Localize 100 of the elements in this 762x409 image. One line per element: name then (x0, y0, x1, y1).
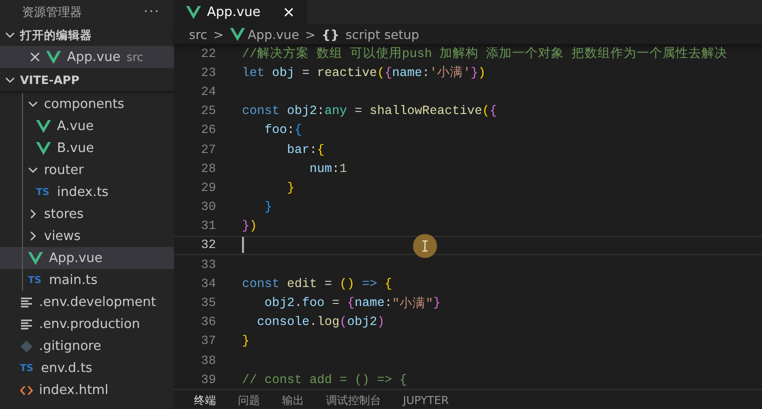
panel-tab[interactable]: JUPYTER (403, 394, 449, 407)
text-lines-icon (20, 318, 33, 330)
identifier-token: bar (286, 142, 310, 157)
keyword-token: const (242, 104, 280, 118)
vue-logo-icon (186, 6, 201, 18)
panel-tab[interactable]: 输出 (282, 392, 304, 408)
file-name: B.vue (57, 140, 94, 156)
line-number: 34 (200, 276, 216, 291)
bracket-token: ( (482, 104, 490, 118)
close-icon[interactable] (30, 52, 40, 62)
text-cursor (242, 237, 244, 254)
tree-item[interactable]: views (0, 225, 174, 247)
explorer-title: 资源管理器 (22, 4, 82, 20)
file-name: index.ts (57, 184, 109, 200)
tree-item[interactable]: .gitignore (0, 335, 174, 357)
tree-item[interactable]: .env.production (0, 313, 174, 335)
section-title: 打开的编辑器 (20, 28, 92, 42)
chevron-down-icon[interactable] (28, 165, 38, 175)
bracket-token: ) (478, 66, 486, 80)
line-number: 23 (200, 66, 216, 80)
tree-item[interactable]: TS index.ts (0, 181, 174, 203)
tree-item[interactable]: router (0, 159, 174, 181)
function-name-token: shallowReactive (370, 104, 482, 118)
file-path: src (126, 50, 144, 64)
string-token: '小满' (430, 64, 471, 82)
chevron-down-icon[interactable] (28, 99, 38, 109)
breadcrumb-item[interactable]: src (189, 26, 208, 42)
identifier-token: console (256, 315, 310, 330)
operator-token: = (324, 276, 334, 291)
file-name: router (44, 162, 84, 178)
line-number: 27 (200, 142, 216, 157)
line-number: 22 (200, 46, 216, 61)
operator-token: . (310, 315, 318, 330)
tree-item[interactable]: TS env.d.ts (0, 357, 174, 379)
code-comment: // const add = () => { (242, 372, 408, 387)
breadcrumb-separator: > (305, 26, 316, 42)
chevron-right-icon[interactable] (28, 209, 38, 219)
file-name: components (44, 96, 124, 112)
bracket-token: { (384, 66, 392, 80)
bracket-token: } (264, 200, 272, 214)
tree-item[interactable]: components (0, 93, 174, 115)
identifier-token: foo (264, 123, 288, 138)
section-header[interactable]: 打开的编辑器 (0, 24, 174, 46)
line-number: 33 (200, 258, 216, 272)
chevron-down-icon[interactable] (5, 30, 15, 40)
open-editor-item[interactable]: App.vue src (0, 46, 174, 68)
bracket-token: } (286, 180, 295, 195)
bracket-token: } (242, 334, 250, 348)
bracket-token: { (294, 123, 302, 138)
identifier-token: num (308, 162, 332, 176)
typescript-label: TS (36, 186, 50, 198)
file-name: App.vue (67, 50, 120, 64)
panel-tab[interactable]: 问题 (238, 392, 260, 408)
operator-token: : (332, 162, 340, 176)
panel-tab[interactable]: 终端 (194, 392, 216, 408)
symbol-icon: {} (322, 26, 340, 42)
tree-item[interactable]: .env.development (0, 291, 174, 313)
tree-item[interactable]: App.vue (0, 247, 174, 269)
tree-item[interactable]: index.html (0, 379, 174, 401)
line-number: 38 (200, 354, 216, 368)
tree-item[interactable]: stores (0, 203, 174, 225)
bracket-token: ( (340, 315, 348, 330)
typescript-label: TS (28, 274, 42, 286)
identifier-token: foo (302, 296, 325, 310)
line-number: 31 (200, 219, 216, 234)
breadcrumb-item[interactable]: script setup (345, 26, 420, 42)
file-name: .gitignore (39, 338, 102, 354)
close-icon[interactable]: × (282, 3, 296, 21)
file-name: stores (44, 206, 84, 222)
bracket-token: { (384, 276, 392, 291)
number-token: 1 (340, 162, 348, 176)
chevron-right-icon[interactable] (28, 231, 38, 241)
chevron-down-icon[interactable] (5, 75, 15, 85)
operator-token: : (384, 296, 392, 310)
tree-item[interactable]: TS main.ts (0, 269, 174, 291)
bracket-token: { (347, 296, 355, 310)
bracket-token: } (242, 219, 250, 234)
code-comment: //解决方案 数组 可以使用push 加解构 添加一个对象 把数组作为一个属性去解决 (242, 45, 728, 62)
editor-tab[interactable]: App.vue × (174, 0, 308, 24)
function-name-token: log (317, 315, 340, 330)
vue-logo-icon (46, 50, 61, 64)
panel-tab[interactable]: 调试控制台 (326, 392, 381, 408)
operator-token: . (294, 296, 302, 310)
section-header[interactable]: VITE-APP (0, 69, 174, 91)
bracket-token: { (317, 142, 325, 157)
vue-logo-icon (36, 120, 51, 132)
line-number: 32 (200, 238, 216, 252)
breadcrumb-item[interactable]: App.vue (230, 26, 300, 42)
more-actions-button[interactable]: ··· (144, 4, 160, 20)
file-name: .env.development (39, 294, 156, 310)
mouse-highlight-icon (413, 234, 437, 258)
tree-item[interactable]: A.vue (0, 115, 174, 137)
tree-item[interactable]: B.vue (0, 137, 174, 159)
line-number: 25 (200, 104, 216, 118)
keyword-token: let (242, 66, 265, 80)
string-token: "小满" (392, 296, 434, 312)
file-name: .env.production (39, 316, 140, 332)
file-name: main.ts (49, 272, 98, 288)
line-number: 24 (200, 84, 216, 99)
bracket-token: () (340, 276, 355, 291)
